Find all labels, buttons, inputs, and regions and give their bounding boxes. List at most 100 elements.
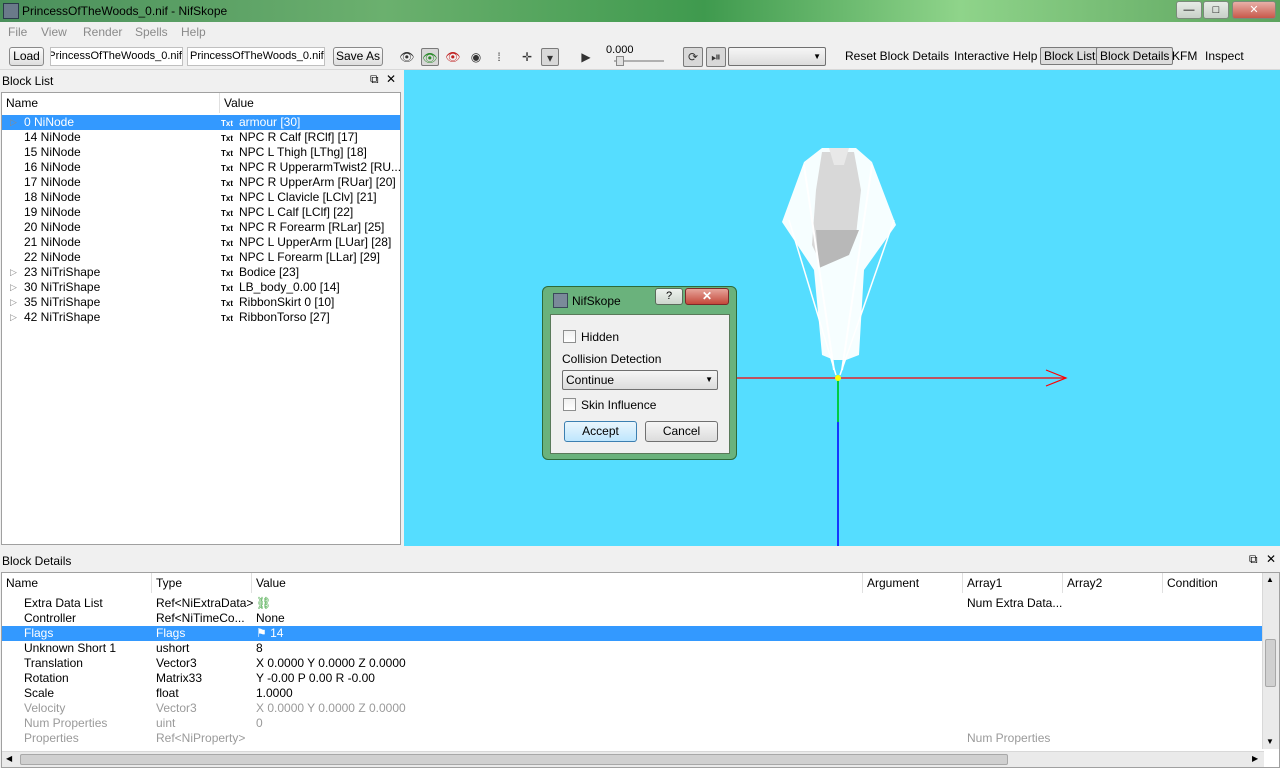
field-value[interactable]: ⛓ [256, 596, 271, 611]
column-name[interactable]: Name [2, 573, 152, 593]
detail-row[interactable]: Flags Flags ⚑ 14 [2, 626, 1263, 641]
column-value[interactable]: Value [220, 93, 400, 113]
hidden-checkbox[interactable] [563, 330, 576, 343]
scroll-left-icon[interactable]: ◀ [6, 754, 12, 763]
menu-render[interactable]: Render [83, 25, 122, 39]
maximize-button[interactable]: □ [1203, 1, 1229, 19]
detail-row[interactable]: Rotation Matrix33 Y -0.00 P 0.00 R -0.00 [2, 671, 1263, 686]
close-icon[interactable]: ✕ [386, 72, 396, 86]
block-details-table[interactable]: Name Type Value Argument Array1 Array2 C… [1, 572, 1280, 768]
horizontal-scrollbar[interactable]: ◀ ▶ [2, 751, 1264, 767]
block-list-row[interactable]: ▷ 0 NiNode Txt armour [30] [2, 115, 400, 130]
eye-green-icon[interactable]: 👁 [421, 48, 439, 66]
block-list-row[interactable]: 20 NiNode Txt NPC R Forearm [RLar] [25] [2, 220, 400, 235]
field-value[interactable]: ⚑ 14 [256, 626, 283, 641]
text-type-icon: Txt [221, 209, 233, 218]
footprints-icon[interactable]: ⁞ [490, 48, 508, 66]
save-path-field[interactable]: PrincessOfTheWoods_0.nif [187, 47, 325, 66]
block-list-toggle[interactable]: Block List [1040, 47, 1100, 65]
minimize-button[interactable]: — [1176, 1, 1202, 19]
vertical-scroll-thumb[interactable] [1265, 639, 1276, 687]
column-condition[interactable]: Condition [1163, 573, 1263, 593]
block-list-tree[interactable]: Name Value ▷ 0 NiNode Txt armour [30] 14 NiN… [1, 92, 401, 545]
eye-red-icon[interactable]: 👁 [444, 48, 462, 66]
column-name[interactable]: Name [2, 93, 220, 113]
detail-row[interactable]: Translation Vector3 X 0.0000 Y 0.0000 Z 0.… [2, 656, 1263, 671]
expand-arrow-icon[interactable]: ▷ [10, 280, 17, 295]
field-value[interactable]: None [256, 611, 285, 626]
block-list-row[interactable]: 15 NiNode Txt NPC L Thigh [LThg] [18] [2, 145, 400, 160]
scroll-up-icon[interactable]: ▲ [1266, 575, 1274, 584]
block-list-row[interactable]: ▷ 30 NiTriShape Txt LB_body_0.00 [14] [2, 280, 400, 295]
reset-block-details-link[interactable]: Reset Block Details [845, 49, 949, 63]
switch-icon[interactable]: ⏯ [706, 47, 726, 67]
loop-icon[interactable]: ⟳ [683, 47, 703, 67]
expand-arrow-icon[interactable]: ▷ [10, 295, 17, 310]
block-list-row[interactable]: 19 NiNode Txt NPC L Calf [LClf] [22] [2, 205, 400, 220]
detail-row[interactable]: Controller Ref<NiTimeCo... None [2, 611, 1263, 626]
render-viewport[interactable] [404, 70, 1280, 546]
block-list-row[interactable]: 21 NiNode Txt NPC L UpperArm [LUar] [28] [2, 235, 400, 250]
column-array1[interactable]: Array1 [963, 573, 1063, 593]
kfm-link[interactable]: KFM [1172, 49, 1197, 63]
scroll-right-icon[interactable]: ▶ [1252, 754, 1258, 763]
menu-help[interactable]: Help [181, 25, 206, 39]
field-value[interactable]: 1.0000 [256, 686, 293, 701]
detail-row[interactable]: Properties Ref<NiProperty> Num Properties [2, 731, 1263, 746]
block-list-row[interactable]: ▷ 23 NiTriShape Txt Bodice [23] [2, 265, 400, 280]
block-list-row[interactable]: ▷ 35 NiTriShape Txt RibbonSkirt 0 [10] [2, 295, 400, 310]
block-list-row[interactable]: 22 NiNode Txt NPC L Forearm [LLar] [29] [2, 250, 400, 265]
detail-row[interactable]: Extra Data List Ref<NiExtraData> ⛓ Num Extr… [2, 596, 1263, 611]
block-list-row[interactable]: 16 NiNode Txt NPC R UpperarmTwist2 [RU... [2, 160, 400, 175]
field-value[interactable]: Y -0.00 P 0.00 R -0.00 [256, 671, 375, 686]
vertical-scrollbar[interactable]: ▲ ▼ [1262, 573, 1279, 749]
play-icon[interactable]: ▶ [577, 48, 595, 66]
interactive-help-link[interactable]: Interactive Help [954, 49, 1037, 63]
detail-row[interactable]: Num Properties uint 0 [2, 716, 1263, 731]
inspect-link[interactable]: Inspect [1205, 49, 1244, 63]
field-value[interactable]: 0 [256, 716, 263, 731]
float-icon[interactable]: ⧉ [1249, 552, 1258, 567]
eye-icon[interactable]: 👁 [398, 48, 416, 66]
save-as-button[interactable]: Save As [333, 47, 383, 66]
column-type[interactable]: Type [152, 573, 252, 593]
move-icon[interactable]: ✛ [518, 48, 536, 66]
field-value[interactable]: X 0.0000 Y 0.0000 Z 0.0000 [256, 656, 406, 671]
block-details-toggle[interactable]: Block Details [1096, 47, 1174, 65]
block-list-row[interactable]: ▷ 42 NiTriShape Txt RibbonTorso [27] [2, 310, 400, 325]
accept-button[interactable]: Accept [564, 421, 637, 442]
load-path-field[interactable]: PrincessOfTheWoods_0.nif [50, 47, 183, 66]
menu-file[interactable]: File [8, 25, 27, 39]
close-button[interactable]: ✕ [1232, 1, 1276, 19]
dialog-close-button[interactable]: ✕ [685, 288, 729, 305]
menu-view[interactable]: View [41, 25, 67, 39]
view-dropdown-icon[interactable]: ▾ [541, 48, 559, 66]
collision-select[interactable]: Continue ▼ [562, 370, 718, 390]
scroll-down-icon[interactable]: ▼ [1266, 737, 1274, 746]
detail-row[interactable]: Velocity Vector3 X 0.0000 Y 0.0000 Z 0.000… [2, 701, 1263, 716]
cancel-button[interactable]: Cancel [645, 421, 718, 442]
column-array2[interactable]: Array2 [1063, 573, 1163, 593]
block-list-row[interactable]: 18 NiNode Txt NPC L Clavicle [LClv] [21] [2, 190, 400, 205]
close-icon[interactable]: ✕ [1266, 552, 1276, 566]
menu-spells[interactable]: Spells [135, 25, 168, 39]
column-argument[interactable]: Argument [863, 573, 963, 593]
float-icon[interactable]: ⧉ [370, 72, 379, 87]
detail-row[interactable]: Unknown Short 1 ushort 8 [2, 641, 1263, 656]
skin-influence-checkbox[interactable] [563, 398, 576, 411]
field-value[interactable]: 8 [256, 641, 263, 656]
time-slider-handle[interactable] [616, 56, 624, 66]
dialog-help-button[interactable]: ? [655, 288, 683, 305]
block-list-row[interactable]: 14 NiNode Txt NPC R Calf [RClf] [17] [2, 130, 400, 145]
horizontal-scroll-thumb[interactable] [20, 754, 1008, 765]
eye-gray-icon[interactable]: ◉ [467, 48, 485, 66]
detail-row[interactable]: Scale float 1.0000 [2, 686, 1263, 701]
expand-arrow-icon[interactable]: ▷ [10, 310, 17, 325]
animation-select[interactable]: ▼ [728, 47, 826, 66]
block-list-row[interactable]: 17 NiNode Txt NPC R UpperArm [RUar] [20] [2, 175, 400, 190]
load-button[interactable]: Load [9, 47, 44, 66]
expand-arrow-icon[interactable]: ▷ [10, 265, 17, 280]
column-value[interactable]: Value [252, 573, 863, 593]
field-value[interactable]: X 0.0000 Y 0.0000 Z 0.0000 [256, 701, 406, 716]
expand-arrow-icon[interactable]: ▷ [10, 115, 17, 130]
